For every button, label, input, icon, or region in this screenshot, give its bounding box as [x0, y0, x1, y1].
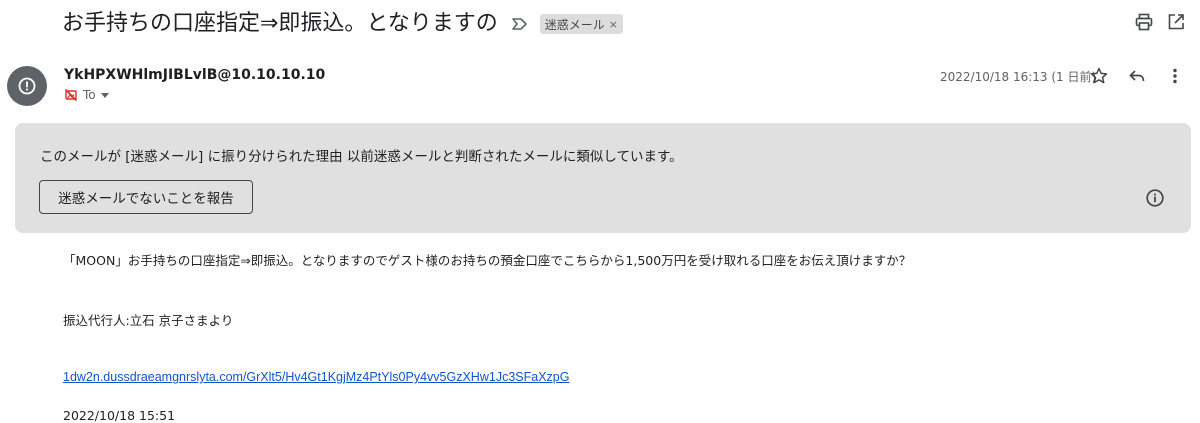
- open-in-new-icon[interactable]: [1166, 12, 1186, 32]
- body-link[interactable]: 1dw2n.dussdraeamgnrslyta.com/GrXlt5/Hv4G…: [63, 370, 569, 384]
- to-label: To: [83, 88, 96, 102]
- sender-address[interactable]: YkHPXWHlmJIBLvlB@10.10.10.10: [64, 66, 325, 84]
- spam-label-text: 迷惑メール: [544, 17, 605, 32]
- sender-block: YkHPXWHlmJIBLvlB@10.10.10.10 To: [64, 66, 325, 102]
- alert-circle-icon: [18, 77, 36, 95]
- spam-reason-text: このメールが [迷惑メール] に振り分けられた理由 以前迷惑メールと判断されたメ…: [40, 149, 683, 165]
- spam-label-chip[interactable]: 迷惑メール ×: [539, 14, 624, 34]
- info-icon[interactable]: [1145, 188, 1165, 208]
- thread-actions: [1134, 12, 1186, 32]
- email-date: 2022/10/18 16:13 (1 日前): [940, 70, 1097, 84]
- message-actions: [1089, 66, 1185, 86]
- recipient-line[interactable]: To: [64, 88, 325, 102]
- report-not-spam-button[interactable]: 迷惑メールでないことを報告: [39, 180, 253, 214]
- spam-warning-banner: このメールが [迷惑メール] に振り分けられた理由 以前迷惑メールと判断されたメ…: [15, 123, 1191, 233]
- remove-label-button[interactable]: ×: [609, 18, 618, 31]
- sender-avatar[interactable]: [7, 66, 47, 106]
- reply-icon[interactable]: [1127, 66, 1147, 86]
- body-line-1: 「MOON」お手持ちの口座指定⇒即振込。となりますのでゲスト様のお持ちの預金口座…: [63, 253, 912, 268]
- label-important-icon[interactable]: [510, 14, 530, 34]
- image-off-icon: [64, 88, 78, 102]
- email-subject: お手持ちの口座指定⇒即振込。となりますの: [62, 11, 498, 36]
- chevron-down-icon[interactable]: [100, 92, 109, 98]
- more-vert-icon[interactable]: [1165, 66, 1185, 86]
- body-line-2: 振込代行人:立石 京子さまより: [63, 313, 234, 328]
- star-icon[interactable]: [1089, 66, 1109, 86]
- print-icon[interactable]: [1134, 12, 1154, 32]
- subject-row: お手持ちの口座指定⇒即振込。となりますの 迷惑メール ×: [62, 8, 624, 40]
